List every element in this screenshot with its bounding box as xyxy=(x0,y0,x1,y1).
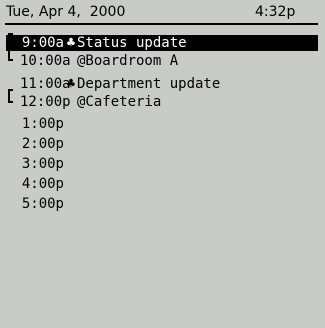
row-time: 11:00a xyxy=(20,76,71,92)
header-date[interactable]: Tue, Apr 4, 2000 xyxy=(6,4,125,20)
appointment-subject: Status update xyxy=(77,35,187,51)
row-time: 9:00a xyxy=(21,35,64,51)
schedule-row[interactable]: 10:00a @Boardroom A xyxy=(0,53,325,69)
schedule-row[interactable]: 4:00p xyxy=(0,176,325,192)
header-clock: 4:32p xyxy=(255,4,296,20)
alarm-bell-icon: ♣ xyxy=(66,76,76,92)
schedule-row[interactable]: 3:00p xyxy=(0,156,325,172)
row-time: 4:00p xyxy=(21,176,64,192)
appointment-location: @Boardroom A xyxy=(77,53,179,69)
row-time: 12:00p xyxy=(20,94,71,110)
appointment-location: @Cafeteria xyxy=(77,94,162,110)
row-time: 5:00p xyxy=(21,196,64,212)
header-divider xyxy=(5,23,318,25)
appointment-subject: Department update xyxy=(77,76,221,92)
schedule-row[interactable]: 12:00p @Cafeteria xyxy=(0,94,325,110)
row-time: 1:00p xyxy=(21,116,64,132)
schedule-row[interactable]: 1:00p xyxy=(0,116,325,132)
schedule-row[interactable]: 2:00p xyxy=(0,136,325,152)
row-time: 3:00p xyxy=(21,156,64,172)
schedule-row[interactable]: 5:00p xyxy=(0,196,325,212)
schedule-row[interactable]: 11:00a ♣ Department update xyxy=(0,76,325,92)
schedule-row[interactable]: 9:00a ♣ Status update xyxy=(0,35,325,51)
alarm-bell-icon: ♣ xyxy=(66,35,76,51)
row-time: 10:00a xyxy=(20,53,71,69)
calendar-day-view: Tue, Apr 4, 2000 4:32p 9:00a ♣ Status up… xyxy=(0,0,325,328)
day-header: Tue, Apr 4, 2000 4:32p xyxy=(0,0,325,22)
row-time: 2:00p xyxy=(21,136,64,152)
